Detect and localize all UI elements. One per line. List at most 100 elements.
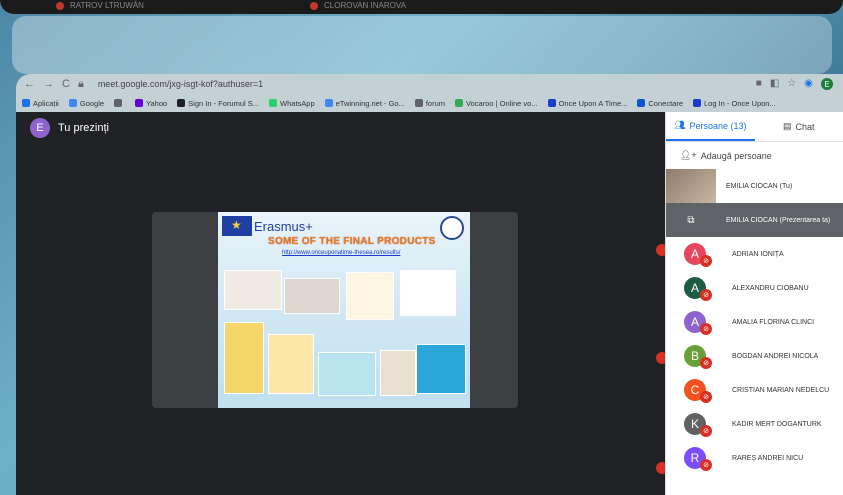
- bookmark-icon: [324, 99, 333, 107]
- back-icon[interactable]: ←: [24, 78, 35, 90]
- product-thumbnail: [224, 270, 282, 310]
- eu-flag-icon: [222, 216, 252, 236]
- participant-name: ADRIAN IONIȚĂ: [732, 250, 784, 258]
- bookmark-icon: [177, 99, 186, 107]
- participant-row[interactable]: EMILIA CIOCAN (Tu): [666, 169, 843, 203]
- people-panel: 👥︎ Persoane (13) ▤ Chat 👤︎+ Adaugă perso…: [665, 112, 843, 495]
- add-people-label: Adaugă persoane: [700, 150, 772, 161]
- bookmark-icon: [22, 99, 30, 107]
- reload-icon[interactable]: C: [62, 78, 70, 90]
- participant-name: BOGDAN ANDREI NICOLA: [732, 352, 819, 360]
- profile-avatar[interactable]: E: [821, 78, 833, 90]
- people-icon: 👥︎: [674, 120, 686, 130]
- add-people-button[interactable]: 👤︎+ Adaugă persoane: [666, 142, 843, 169]
- bookmark-label: Once Upon A Time...: [558, 98, 628, 108]
- bookmark-icon: [414, 99, 423, 107]
- participant-photo: [666, 169, 716, 203]
- bookmark-item[interactable]: Once Upon A Time...: [547, 98, 628, 108]
- bookmark-item[interactable]: Conectare: [637, 99, 683, 108]
- bookmark-label: Conectare: [648, 98, 683, 108]
- url-text[interactable]: meet.google.com/jxg-isgt-kof?authuser=1: [98, 79, 263, 89]
- bookmark-label: Google: [79, 98, 105, 108]
- participant-name: ALEXANDRU CIOBANU: [732, 284, 809, 292]
- bookmark-icon: [693, 99, 701, 107]
- mic-off-icon: ⊘: [700, 357, 712, 369]
- bookmark-label: Yahoo: [146, 98, 168, 108]
- slide-heading: SOME OF THE FINAL PRODUCTS: [268, 236, 436, 247]
- add-person-icon: 👤︎+: [680, 150, 697, 160]
- bookmark-icon: [135, 99, 144, 107]
- product-thumbnail: [268, 334, 314, 394]
- mic-off-icon: [56, 2, 64, 10]
- bookmark-icon: [455, 99, 464, 107]
- bookmark-item[interactable]: forum: [414, 98, 446, 108]
- bookmark-item[interactable]: Yahoo: [135, 99, 167, 108]
- star-icon[interactable]: ☆: [787, 78, 796, 90]
- toolbar-icons: ■ ◧ ☆ ◉ E: [756, 78, 833, 90]
- participant-name: CRISTIAN MARIAN NEDELCU: [732, 386, 830, 394]
- product-thumbnail: [284, 278, 340, 314]
- tab-chat-label: Chat: [795, 121, 815, 132]
- presenter-label: Tu prezinți: [58, 122, 109, 134]
- product-thumbnail: [224, 322, 264, 394]
- bookmark-label: Aplicații: [33, 98, 59, 108]
- participant-row[interactable]: ⧉ EMILIA CIOCAN (Prezentarea ta): [666, 203, 843, 237]
- participant-row[interactable]: A ⊘ ADRIAN IONIȚĂ: [666, 237, 843, 271]
- tab-people[interactable]: 👥︎ Persoane (13): [666, 112, 755, 141]
- slide-link: http://www.onceuponatime-thesea.ro/resul…: [282, 250, 401, 256]
- extension-icon[interactable]: ◉: [804, 78, 813, 90]
- bookmark-item[interactable]: Aplicații: [22, 99, 59, 108]
- bookmark-label: Sign In - Forumul S...: [188, 98, 260, 108]
- participant-name: KADIR MERT DOGANTURK: [732, 420, 822, 428]
- top-strip-left-label: RATROV LTRUWÂN: [70, 1, 144, 10]
- bookmark-icon: [637, 99, 646, 107]
- bookmarks-bar: Aplicații Google Yahoo Sign In - Forumul S.…: [16, 94, 843, 112]
- product-thumbnail: [416, 344, 466, 394]
- product-thumbnail: [318, 352, 376, 396]
- mic-off-icon: ⊘: [700, 459, 712, 471]
- lock-icon: 🔒︎: [77, 77, 84, 90]
- participant-row[interactable]: R ⊘ RAREȘ ANDREI NICU: [666, 441, 843, 475]
- product-thumbnail: [380, 350, 416, 396]
- bookmark-label: forum: [425, 98, 446, 108]
- bookmark-item[interactable]: Log In - Once Upon...: [693, 99, 776, 108]
- participant-list: EMILIA CIOCAN (Tu) ⧉ EMILIA CIOCAN (Prezen…: [666, 169, 843, 475]
- bookmark-icon: [269, 99, 278, 107]
- product-thumbnail: [400, 270, 456, 316]
- product-thumbnail: [346, 272, 394, 320]
- bookmark-item[interactable]: Google: [68, 98, 105, 108]
- presenter-avatar: E: [30, 118, 50, 138]
- participant-name: RAREȘ ANDREI NICU: [732, 454, 804, 462]
- video-background: [12, 16, 832, 74]
- participant-name: EMILIA CIOCAN (Prezentarea ta): [726, 216, 831, 224]
- bookmark-icon: [547, 99, 556, 107]
- tab-chat[interactable]: ▤ Chat: [755, 112, 843, 141]
- participant-row[interactable]: B ⊘ BOGDAN ANDREI NICOLA: [666, 339, 843, 373]
- camera-icon[interactable]: ■: [756, 78, 762, 90]
- bookmark-icon: [114, 99, 123, 107]
- participant-name: EMILIA CIOCAN (Tu): [726, 182, 793, 190]
- participant-row[interactable]: K ⊘ KADIR MERT DOGANTURK: [666, 407, 843, 441]
- bookmark-item[interactable]: eTwinning.net - Go...: [324, 98, 405, 108]
- bookmark-item[interactable]: Vocaroo | Online vo...: [455, 99, 538, 108]
- presentation-slide: Erasmus+ SOME OF THE FINAL PRODUCTS http…: [218, 212, 470, 408]
- mic-off-icon: ⊘: [700, 391, 712, 403]
- tab-people-label: Persoane (13): [689, 120, 747, 131]
- participant-row[interactable]: C ⊘ CRISTIAN MARIAN NEDELCU: [666, 373, 843, 407]
- mic-off-icon: ⊘: [700, 289, 712, 301]
- forward-icon[interactable]: →: [43, 78, 54, 90]
- participant-row[interactable]: A ⊘ ALEXANDRU CIOBANU: [666, 271, 843, 305]
- browser-window: ← → C 🔒︎ meet.google.com/jxg-isgt-kof?au…: [16, 74, 843, 495]
- translate-icon[interactable]: ◧: [770, 78, 779, 90]
- bookmark-label: Vocaroo | Online vo...: [466, 98, 538, 108]
- bookmark-icon: [68, 99, 77, 107]
- mic-off-icon: [310, 2, 318, 10]
- meet-main: E Tu prezinți Erasmus+ SOME OF THE FINAL…: [16, 112, 843, 495]
- participant-row[interactable]: A ⊘ AMALIA FLORINA CLINCI: [666, 305, 843, 339]
- bookmark-item[interactable]: Sign In - Forumul S...: [177, 99, 259, 108]
- bookmark-item[interactable]: WhatsApp: [269, 99, 315, 108]
- presenter-header: E Tu prezinți: [30, 118, 109, 138]
- bookmark-item[interactable]: [114, 99, 125, 107]
- school-seal-icon: [440, 216, 464, 240]
- bookmark-label: eTwinning.net - Go...: [335, 98, 405, 108]
